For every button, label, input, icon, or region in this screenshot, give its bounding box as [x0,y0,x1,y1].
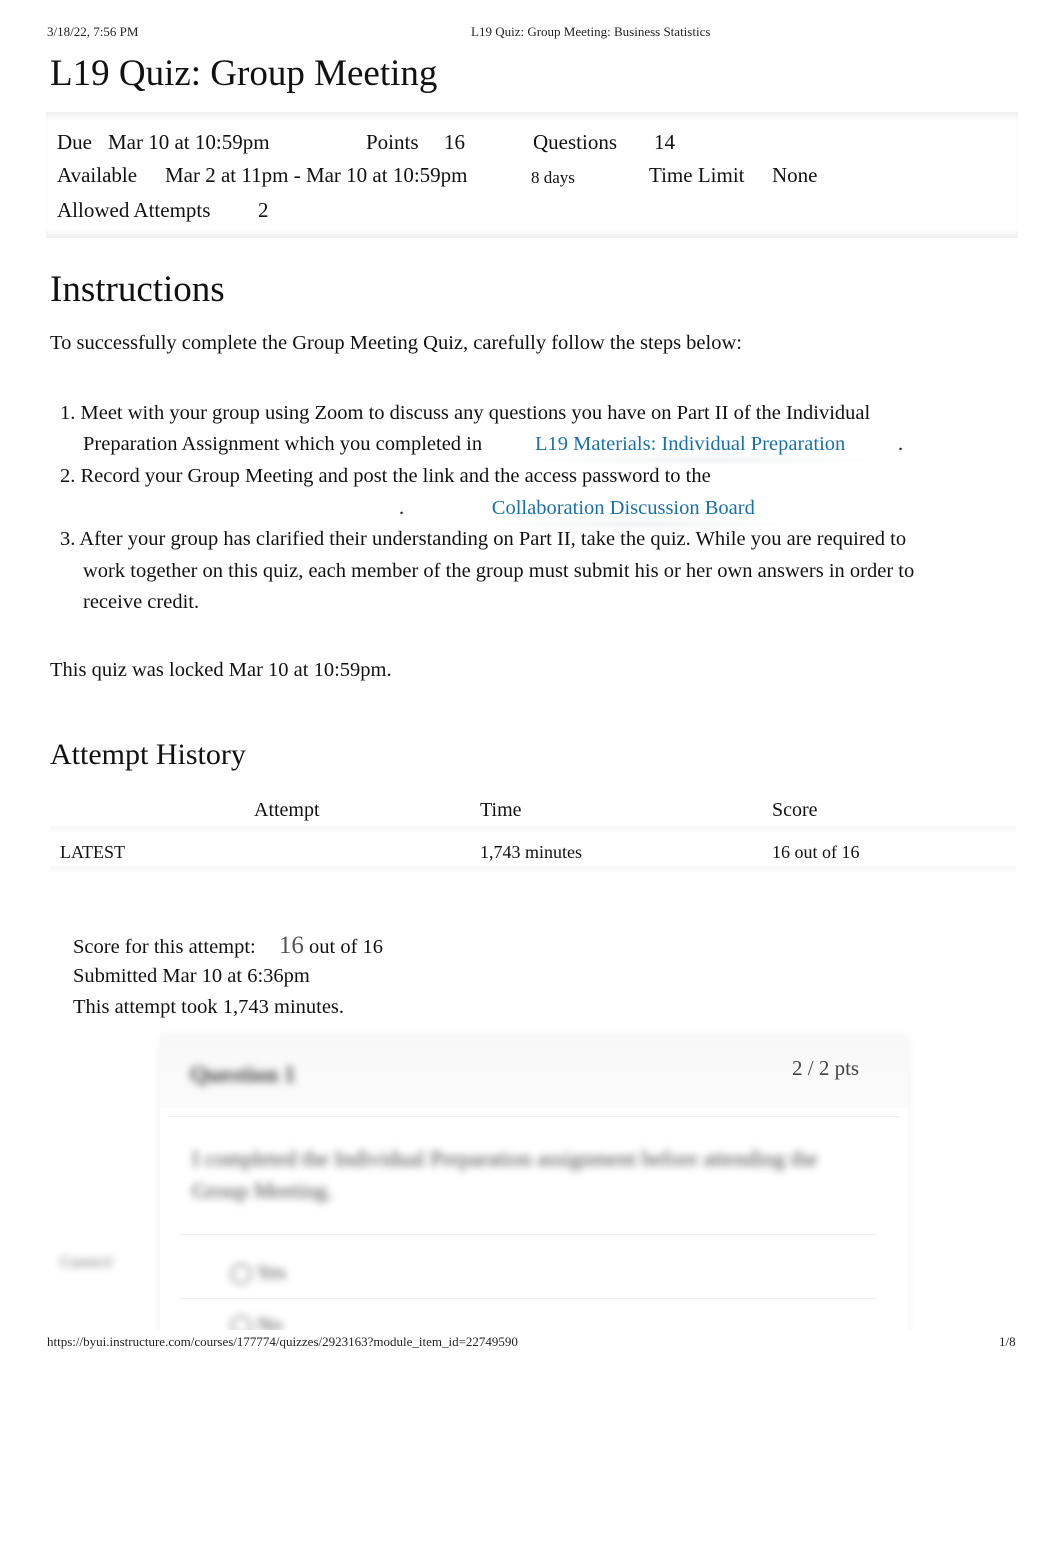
points-label: Points [366,130,419,154]
due-label: Due [57,130,92,154]
step-2-line1: 2. Record your Group Meeting and post th… [60,465,711,487]
step-3-line1: 3. After your group has clarified their … [60,528,907,550]
score-label: Score for this attempt: [73,936,256,958]
link-group-collaboration-part2[interactable]: Collaboration Discussion Board [492,497,755,519]
question-text-line2: Group Meeting. [192,1178,333,1203]
answers-divider [180,1298,876,1299]
column-header-score: Score [772,799,818,821]
locked-notice: This quiz was locked Mar 10 at 10:59pm. [50,659,392,681]
table-footer-band [50,866,1016,906]
print-datetime: 3/18/22, 7:56 PM [47,24,139,39]
page-bottom-margin [0,1330,1062,1561]
instructions-heading: Instructions [50,269,225,310]
instructions-steps: 1. Meet with your group using Zoom to di… [0,0,1062,613]
available-duration: 8 days [531,168,575,187]
row-time: 1,743 minutes [480,842,582,862]
questions-label: Questions [533,130,617,154]
question-title: Question 1 [190,1062,296,1087]
step-1-trail: . [898,433,904,455]
step-1-line2: Preparation Assignment which you complet… [83,433,482,456]
allowed-attempts-label: Allowed Attempts [57,198,211,222]
points-value: 16 [444,130,465,154]
attempt-duration: This attempt took 1,743 minutes. [73,996,345,1018]
available-label: Available [57,163,138,187]
available-value: Mar 2 at 11pm - Mar 10 at 10:59pm [165,163,468,187]
print-url: https://byui.instructure.com/courses/177… [47,1334,518,1350]
allowed-attempts-value: 2 [258,198,269,222]
print-page-title: L19 Quiz: Group Meeting: Business Statis… [471,24,711,39]
questions-value: 14 [654,130,675,154]
row-latest-label: LATEST [60,842,125,862]
question-points: 2 / 2 pts [792,1056,860,1080]
submitted-time: Submitted Mar 10 at 6:36pm [73,965,310,987]
question-text-line1: I completed the Individual Preparation a… [192,1146,818,1171]
radio-icon: ◯ [230,1262,253,1284]
time-limit-value: None [772,163,818,187]
step-3-line3: receive credit. [83,591,200,613]
score-out-of: out of 16 [309,936,384,958]
column-header-time: Time [480,799,522,821]
due-value: Mar 10 at 10:59pm [108,130,270,154]
column-header-attempt: Attempt [254,799,320,821]
link-individual-preparation[interactable]: L19 Materials: Individual Preparation [535,433,845,455]
page-title: L19 Quiz: Group Meeting [50,53,438,94]
step-3-line2: work together on this quiz, each member … [83,560,915,582]
step-2-trail: . [399,497,405,519]
row-score: 16 out of 16 [772,842,860,862]
attempt-history-heading: Attempt History [50,738,246,771]
score-summary: Score for this attempt: 16 out of 16 [73,932,383,960]
step-1-line1: 1. Meet with your group using Zoom to di… [60,402,871,424]
question-card: Question 1 2 / 2 pts I completed the Ind… [160,1036,908,1336]
print-page-number: 1/8 [999,1334,1016,1350]
answers-divider-top [180,1234,876,1235]
instructions-intro: To successfully complete the Group Meeti… [50,332,742,354]
step-1-text: Preparation Assignment which you complet… [83,433,483,455]
answer-option[interactable]: ◯ Yes [230,1260,286,1285]
time-limit-label: Time Limit [649,163,745,187]
question-header-divider [168,1116,900,1117]
correct-answer-label: Correct! [60,1254,114,1271]
answer-text: Yes [256,1262,286,1284]
score-value: 16 [278,932,304,959]
